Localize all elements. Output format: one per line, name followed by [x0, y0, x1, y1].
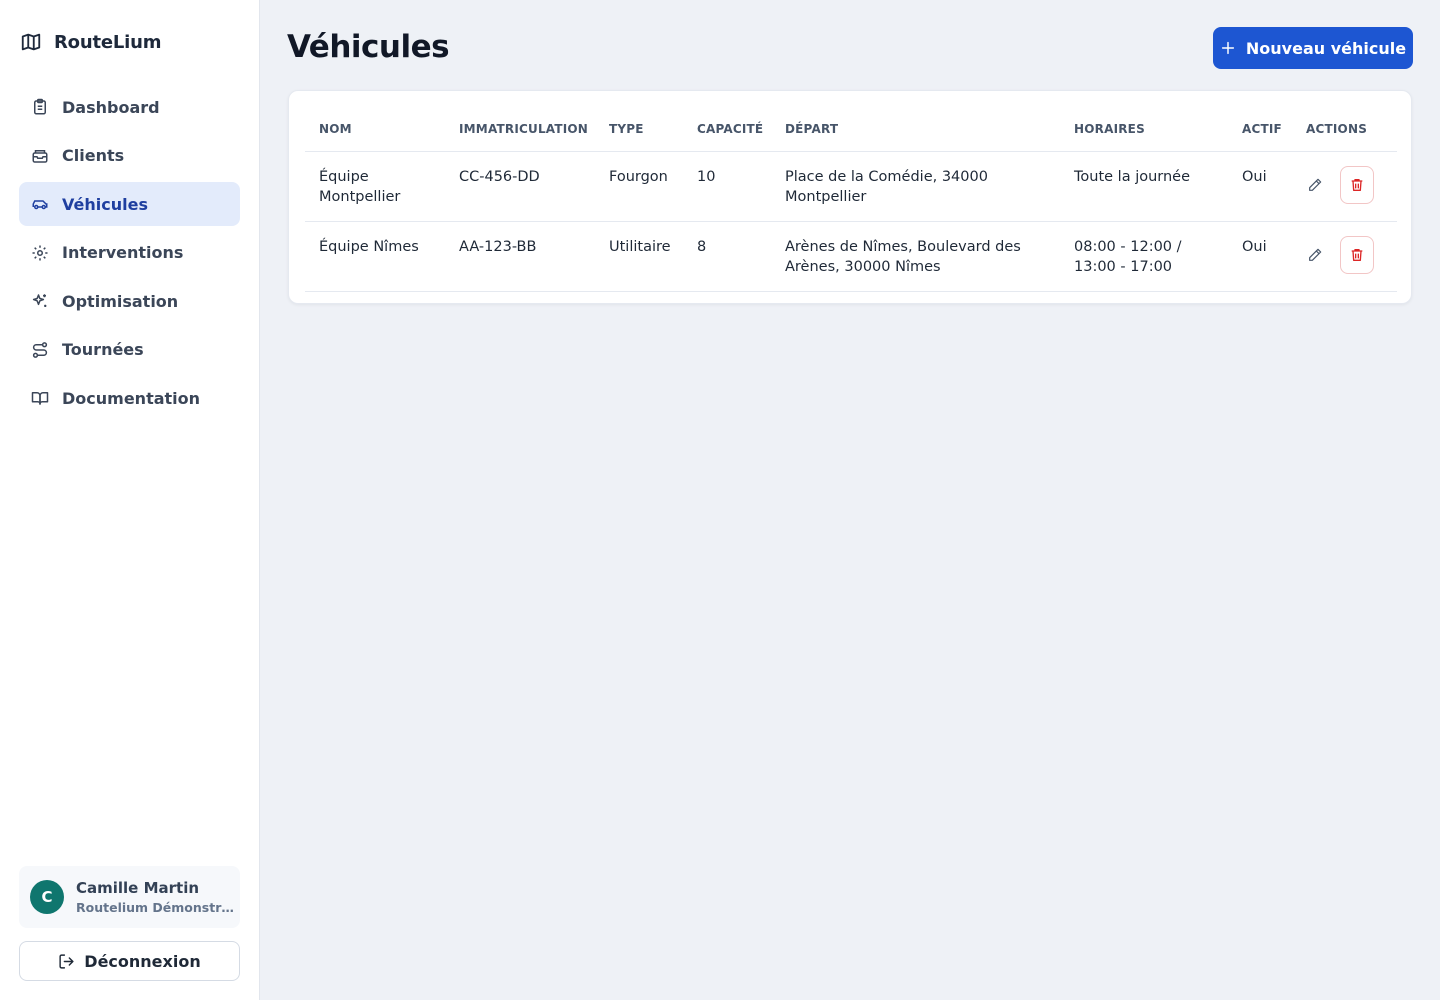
- vehicles-card: Nom Immatriculation Type Capacité Départ…: [288, 90, 1412, 304]
- column-header-immatriculation[interactable]: Immatriculation: [445, 107, 595, 152]
- sidebar: RouteLium Dashboard Clients Véhicules In…: [0, 0, 260, 1000]
- sidebar-item-interventions[interactable]: Interventions: [19, 231, 240, 275]
- page-title: Véhicules: [287, 29, 450, 65]
- user-organization: Routelium Démonstration: [76, 900, 236, 915]
- column-header-nom[interactable]: Nom: [305, 107, 445, 152]
- route-icon: [32, 341, 48, 358]
- cell-nom: Équipe Nîmes: [305, 221, 445, 292]
- trash-icon: [1351, 248, 1363, 261]
- cell-capacite: 10: [683, 151, 771, 222]
- column-header-actif[interactable]: Actif: [1228, 107, 1292, 152]
- sidebar-item-dashboard[interactable]: Dashboard: [19, 85, 240, 129]
- column-header-depart[interactable]: Départ: [771, 107, 1060, 152]
- cell-horaires: 08:00 - 12:00 / 13:00 - 17:00: [1060, 221, 1228, 292]
- sidebar-item-label: Véhicules: [62, 194, 148, 214]
- sidebar-nav: Dashboard Clients Véhicules Intervention…: [19, 85, 240, 425]
- logout-button[interactable]: Déconnexion: [19, 941, 240, 981]
- column-header-type[interactable]: Type: [595, 107, 683, 152]
- cell-nom: Équipe Montpellier: [305, 151, 445, 222]
- column-header-actions: Actions: [1292, 107, 1397, 152]
- cell-capacite: 8: [683, 221, 771, 292]
- car-icon: [32, 200, 48, 210]
- cell-immatriculation: CC-456-DD: [445, 151, 595, 222]
- sidebar-item-optimisation[interactable]: Optimisation: [19, 279, 240, 323]
- new-vehicle-label: Nouveau véhicule: [1245, 38, 1407, 58]
- logout-label: Déconnexion: [84, 951, 201, 971]
- pencil-icon: [1309, 178, 1322, 191]
- sidebar-item-label: Interventions: [62, 243, 184, 262]
- cell-depart: Place de la Comédie, 34000 Montpellier: [771, 151, 1060, 222]
- app-name: RouteLium: [54, 31, 162, 53]
- sidebar-item-documentation[interactable]: Documentation: [19, 376, 240, 420]
- sidebar-item-label: Clients: [62, 146, 125, 165]
- cell-actions: [1292, 221, 1397, 292]
- sidebar-item-tournees[interactable]: Tournées: [19, 328, 240, 372]
- table-row: Équipe Nîmes AA-123-BB Utilitaire 8 Arèn…: [305, 221, 1397, 292]
- trash-icon: [1351, 178, 1363, 191]
- brand[interactable]: RouteLium: [20, 30, 161, 54]
- column-header-horaires[interactable]: Horaires: [1060, 107, 1228, 152]
- vehicles-table: Nom Immatriculation Type Capacité Départ…: [305, 107, 1397, 292]
- inbox-icon: [32, 149, 48, 163]
- sidebar-item-vehicules[interactable]: Véhicules: [19, 182, 240, 226]
- avatar: C: [30, 880, 64, 914]
- cell-depart: Arènes de Nîmes, Boulevard des Arènes, 3…: [771, 221, 1060, 292]
- column-header-capacite[interactable]: Capacité: [683, 107, 771, 152]
- user-name: Camille Martin: [76, 879, 200, 897]
- cell-type: Utilitaire: [595, 221, 683, 292]
- table-row: Équipe Montpellier CC-456-DD Fourgon 10 …: [305, 151, 1397, 222]
- clipboard-icon: [34, 98, 46, 115]
- cell-actif: Oui: [1228, 151, 1292, 222]
- cell-horaires: Toute la journée: [1060, 151, 1228, 222]
- user-card: C Camille Martin Routelium Démonstration: [19, 866, 240, 928]
- plus-icon: [1221, 41, 1234, 55]
- cell-immatriculation: AA-123-BB: [445, 221, 595, 292]
- new-vehicle-button[interactable]: Nouveau véhicule: [1213, 27, 1413, 69]
- sidebar-item-label: Optimisation: [62, 291, 179, 311]
- sidebar-item-label: Dashboard: [62, 97, 160, 117]
- sidebar-item-clients[interactable]: Clients: [19, 134, 240, 178]
- sidebar-item-label: Tournées: [62, 340, 144, 359]
- table-header-row: Nom Immatriculation Type Capacité Départ…: [305, 107, 1397, 152]
- cell-actions: [1292, 151, 1397, 222]
- book-icon: [31, 392, 49, 405]
- cell-type: Fourgon: [595, 151, 683, 222]
- edit-button[interactable]: [1298, 235, 1332, 274]
- delete-button[interactable]: [1340, 165, 1374, 204]
- gear-icon: [32, 245, 48, 260]
- edit-button[interactable]: [1298, 165, 1332, 204]
- cell-actif: Oui: [1228, 221, 1292, 292]
- map-icon: [21, 33, 41, 51]
- sparkles-icon: [32, 294, 47, 307]
- logout-icon: [59, 953, 74, 969]
- delete-button[interactable]: [1340, 235, 1374, 274]
- pencil-icon: [1309, 248, 1322, 261]
- sidebar-item-label: Documentation: [62, 388, 201, 408]
